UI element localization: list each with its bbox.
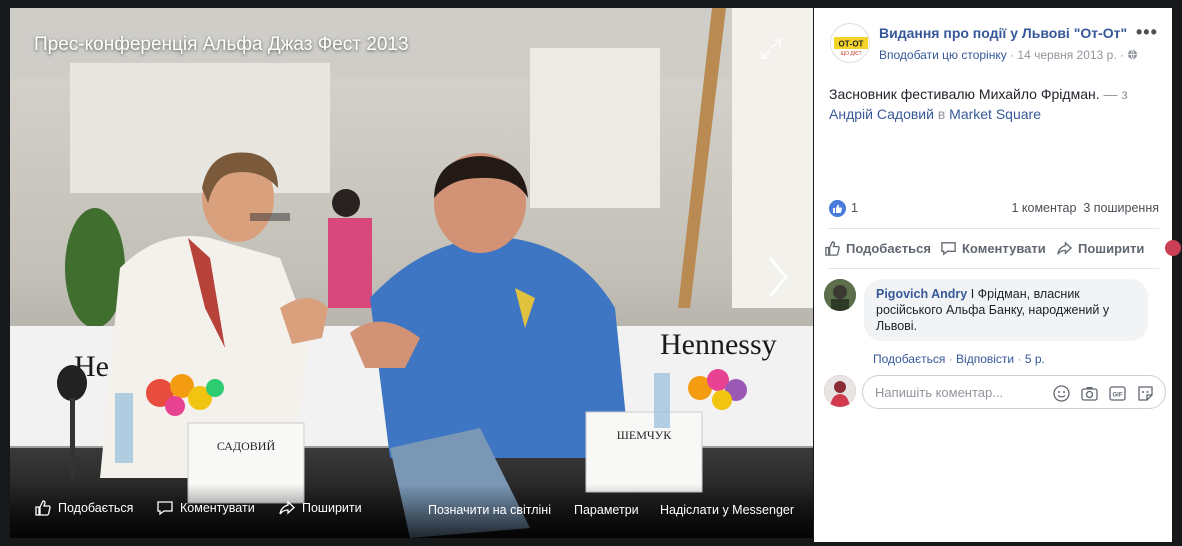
- photo-share-label: Поширити: [302, 501, 362, 515]
- post-stats: 1 1 коментар 3 поширення: [829, 200, 1159, 220]
- comment-dot: ·: [948, 352, 953, 366]
- shares-count[interactable]: 3 поширення: [1083, 201, 1159, 215]
- in-prefix: в: [937, 106, 946, 122]
- more-options-icon[interactable]: •••: [1136, 22, 1158, 43]
- comment-composer: Напишіть коментар... GIF: [824, 373, 1166, 409]
- send-messenger-button[interactable]: Надіслати у Messenger: [660, 503, 794, 517]
- commenter-photo: [824, 279, 856, 311]
- share-button[interactable]: Поширити: [1056, 240, 1144, 257]
- divider: [829, 228, 1159, 229]
- camera-icon[interactable]: [1080, 384, 1099, 403]
- current-user-photo: [824, 375, 856, 407]
- post-actions: Подобається Коментувати Поширити: [822, 236, 1181, 262]
- post-meta: Вподобати цю сторінку · 14 червня 2013 р…: [879, 48, 1138, 62]
- tagged-person-link[interactable]: Андрій Садовий: [829, 106, 934, 122]
- photo-comment-button[interactable]: Коментувати: [156, 499, 255, 517]
- svg-text:GIF: GIF: [1113, 393, 1123, 399]
- emoji-icon[interactable]: [1052, 384, 1071, 403]
- divider: [829, 268, 1159, 269]
- comment-label: Коментувати: [962, 241, 1046, 256]
- page-logo-icon: ОТ-ОТ ЩО ДІЄ?: [831, 24, 869, 62]
- like-reaction-icon[interactable]: [829, 200, 846, 217]
- page-name-link[interactable]: Видання про події у Львові "От-От": [879, 25, 1127, 41]
- post-caption: Засновник фестивалю Михайло Фрідман. — з…: [829, 84, 1159, 124]
- page-avatar[interactable]: ОТ-ОТ ЩО ДІЄ?: [830, 23, 870, 63]
- with-prefix: — з: [1103, 86, 1128, 102]
- post-panel: ОТ-ОТ ЩО ДІЄ? Видання про події у Львові…: [814, 8, 1181, 542]
- photo-comment-label: Коментувати: [180, 501, 255, 515]
- share-as-avatar[interactable]: [1165, 240, 1181, 256]
- globe-icon: [1128, 49, 1138, 60]
- name-card-right: ШЕМЧУК: [617, 428, 672, 442]
- current-user-avatar: [824, 375, 856, 407]
- like-label: Подобається: [846, 241, 931, 256]
- gif-icon[interactable]: GIF: [1108, 384, 1127, 403]
- page-logo-subtext: ЩО ДІЄ?: [840, 51, 861, 57]
- press-conference-image: Hennessy He САДОВИЙ ШЕМЧУК: [10, 8, 813, 538]
- comment-icon: [941, 242, 956, 256]
- photo-share-button[interactable]: Поширити: [278, 499, 362, 517]
- comment-bubble: Pigovich Andry І Фрідман, власник російс…: [864, 279, 1148, 341]
- photo-like-button[interactable]: Подобається: [34, 499, 133, 517]
- thumbs-up-icon: [35, 500, 51, 516]
- meta-separator: ·: [1010, 48, 1015, 62]
- sticker-icon[interactable]: [1136, 384, 1155, 403]
- share-label: Поширити: [1078, 241, 1145, 256]
- commenter-avatar[interactable]: [824, 279, 856, 311]
- comment-placeholder: Напишіть коментар...: [875, 385, 1004, 400]
- comment-author-link[interactable]: Pigovich Andry: [876, 287, 967, 301]
- share-icon: [279, 500, 295, 515]
- comment-dot: ·: [1017, 352, 1022, 366]
- comment-button[interactable]: Коментувати: [940, 240, 1046, 257]
- place-link[interactable]: Market Square: [949, 106, 1041, 122]
- comment-icon: [157, 501, 173, 516]
- like-page-link[interactable]: Вподобати цю сторінку: [879, 48, 1007, 62]
- photo-like-label: Подобається: [58, 501, 134, 515]
- thumbs-up-icon: [825, 241, 840, 256]
- comment-like-link[interactable]: Подобається: [873, 352, 945, 366]
- likes-count[interactable]: 1: [851, 201, 858, 215]
- comment-time[interactable]: 5 р.: [1025, 352, 1045, 366]
- post-date[interactable]: 14 червня 2013 р.: [1017, 48, 1116, 62]
- page-logo-text: ОТ-ОТ: [839, 40, 864, 49]
- tag-photo-button[interactable]: Позначити на світліні: [428, 503, 551, 517]
- options-button[interactable]: Параметри: [574, 503, 639, 517]
- photo-title: Прес-конференція Альфа Джаз Фест 2013: [34, 34, 409, 55]
- comments-count[interactable]: 1 коментар: [1011, 201, 1076, 215]
- hennessy-banner: Hennessy: [660, 328, 777, 361]
- composer-icons: GIF: [1052, 384, 1155, 403]
- expand-icon[interactable]: [760, 38, 782, 60]
- photo-viewer: Hennessy He САДОВИЙ ШЕМЧУК Прес-конферен…: [0, 0, 1182, 546]
- comment-input[interactable]: Напишіть коментар... GIF: [862, 375, 1166, 409]
- photo[interactable]: Hennessy He САДОВИЙ ШЕМЧУК Прес-конферен…: [10, 8, 813, 538]
- caption-text: Засновник фестивалю Михайло Фрідман.: [829, 86, 1100, 102]
- meta-separator-2: ·: [1119, 48, 1124, 62]
- comment-reply-link[interactable]: Відповісти: [956, 352, 1014, 366]
- like-button[interactable]: Подобається: [824, 240, 931, 257]
- share-icon: [1057, 241, 1073, 255]
- photo-toolbar: Подобається Коментувати Поширити Позначи…: [10, 484, 813, 538]
- comment-actions: Подобається · Відповісти · 5 р.: [873, 352, 1045, 366]
- next-photo-arrow-icon[interactable]: [764, 254, 792, 300]
- name-card-left: САДОВИЙ: [217, 439, 276, 453]
